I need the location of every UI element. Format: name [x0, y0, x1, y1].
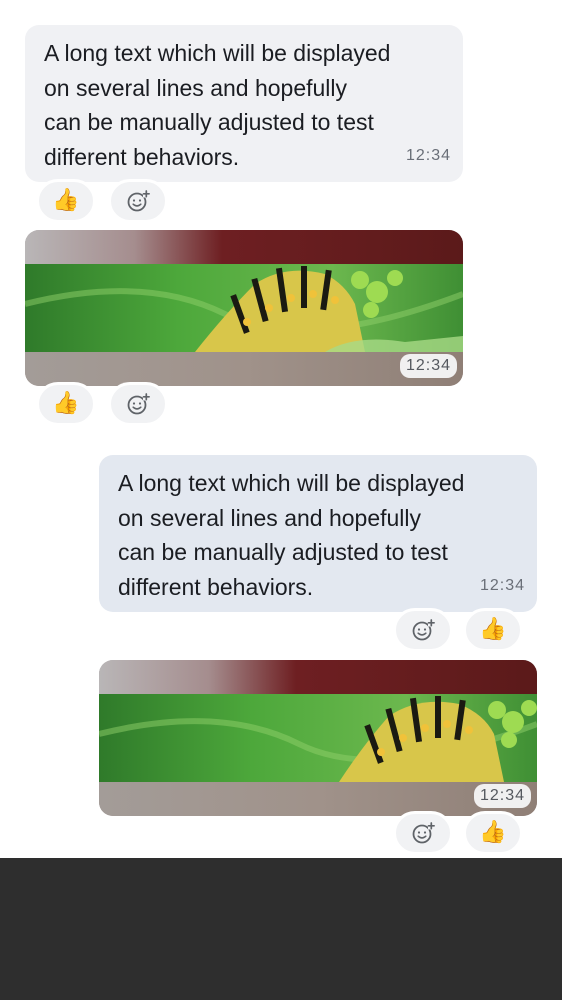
thumbs-up-icon: 👍 — [52, 391, 80, 416]
reaction-thumbs-up[interactable]: 👍 — [464, 812, 522, 854]
smiley-plus-icon — [412, 822, 435, 844]
image-bottom-band — [25, 352, 463, 386]
thumbs-up-icon: 👍 — [52, 188, 80, 213]
reaction-thumbs-up[interactable]: 👍 — [37, 383, 95, 425]
reaction-thumbs-up[interactable]: 👍 — [37, 180, 95, 222]
image-timestamp: 12:34 — [473, 784, 531, 808]
image-bottom-band — [99, 782, 537, 816]
add-reaction-button[interactable] — [109, 180, 167, 222]
bottom-dark-area — [0, 858, 562, 1000]
message-timeline: A long text which will be displayed on s… — [0, 0, 562, 858]
caterpillar-photo — [99, 694, 537, 782]
incoming-image-message[interactable]: 12:34 — [25, 230, 463, 386]
message-text: A long text which will be displayed on s… — [44, 40, 391, 170]
image-timestamp: 12:34 — [399, 354, 457, 378]
smiley-plus-icon — [127, 190, 150, 212]
thumbs-up-icon: 👍 — [479, 820, 507, 845]
thumbs-up-icon: 👍 — [479, 617, 507, 642]
reaction-thumbs-up[interactable]: 👍 — [464, 609, 522, 651]
outgoing-text-message[interactable]: A long text which will be displayed on s… — [99, 455, 537, 612]
caterpillar-photo — [25, 264, 463, 352]
message-text: A long text which will be displayed on s… — [118, 470, 465, 600]
image-top-band — [99, 660, 537, 694]
add-reaction-button[interactable] — [394, 812, 452, 854]
outgoing-image-message[interactable]: 12:34 — [99, 660, 537, 816]
smiley-plus-icon — [127, 393, 150, 415]
add-reaction-button[interactable] — [109, 383, 167, 425]
incoming-text-message[interactable]: A long text which will be displayed on s… — [25, 25, 463, 182]
message-timestamp: 12:34 — [405, 146, 451, 164]
add-reaction-button[interactable] — [394, 609, 452, 651]
image-top-band — [25, 230, 463, 264]
message-timestamp: 12:34 — [479, 576, 525, 594]
smiley-plus-icon — [412, 619, 435, 641]
